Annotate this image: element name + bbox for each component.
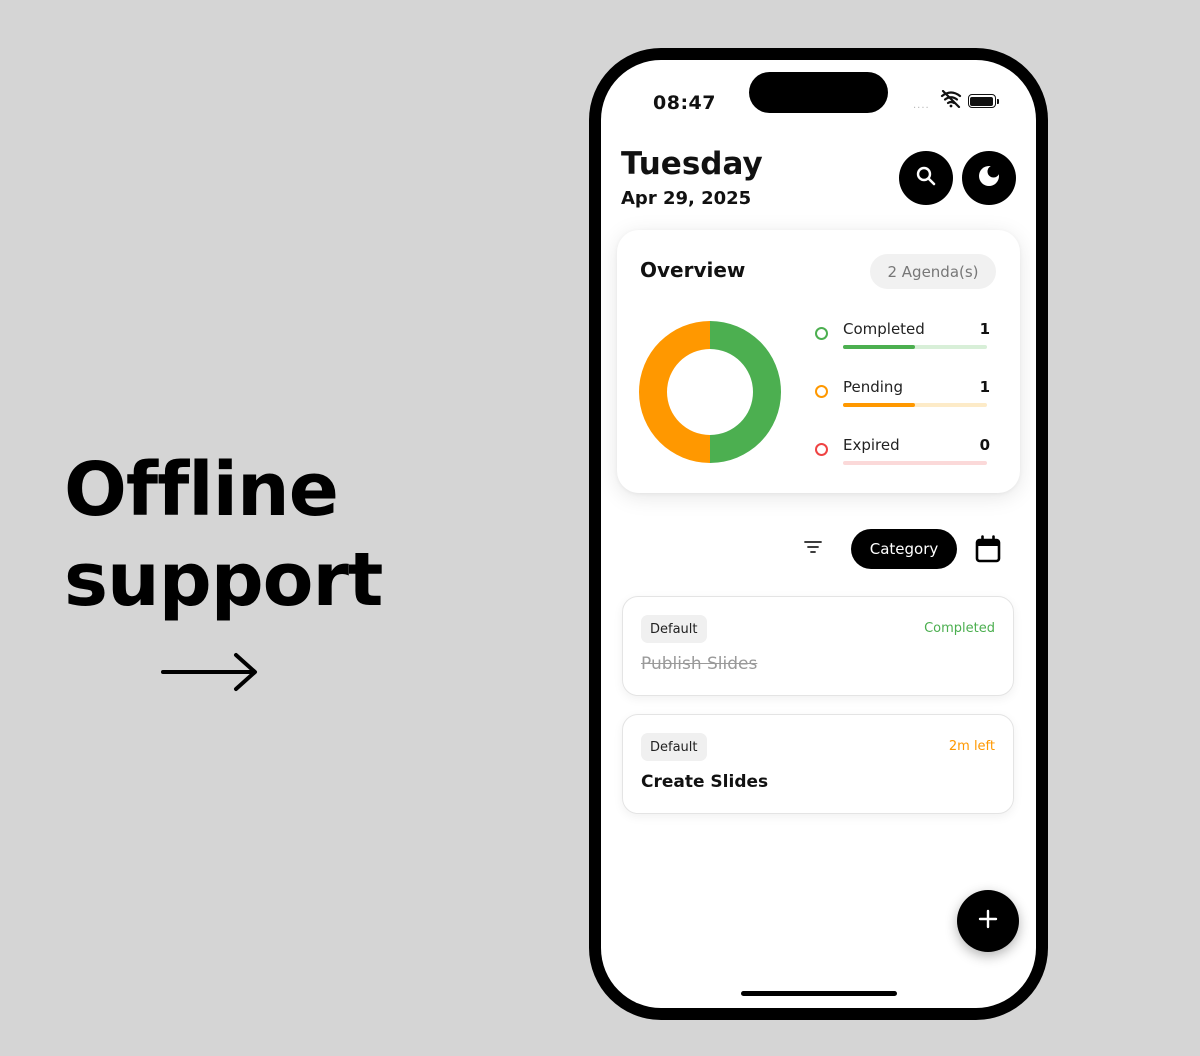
add-agenda-button[interactable] bbox=[957, 890, 1019, 952]
stat-expired: Expired 0 bbox=[815, 436, 990, 466]
app-screen: 08:47 .... Tuesday Apr 29, 2025 Overview… bbox=[601, 60, 1036, 1008]
stat-count: 1 bbox=[979, 320, 990, 338]
stat-count: 0 bbox=[979, 436, 990, 454]
search-button[interactable] bbox=[899, 151, 953, 205]
day-title: Tuesday bbox=[621, 146, 763, 182]
promo-line-1: Offline bbox=[64, 447, 339, 533]
stat-progress-bar bbox=[843, 345, 915, 349]
agenda-title: Publish Slides bbox=[641, 654, 758, 674]
battery-icon bbox=[967, 94, 999, 108]
date-subtitle: Apr 29, 2025 bbox=[621, 188, 752, 209]
theme-toggle-button[interactable] bbox=[962, 151, 1016, 205]
promo-heading: Offline support bbox=[64, 445, 383, 625]
stat-progress-track bbox=[843, 345, 987, 349]
status-dot-icon bbox=[815, 327, 828, 340]
moon-icon bbox=[977, 164, 1001, 192]
agenda-tag: Default bbox=[641, 615, 707, 643]
status-time: 08:47 bbox=[653, 92, 716, 114]
stat-label: Expired bbox=[843, 436, 900, 454]
wifi-off-icon bbox=[940, 89, 962, 112]
agenda-status: 2m left bbox=[948, 739, 995, 754]
donut-segment-pending bbox=[639, 321, 710, 463]
agenda-card[interactable]: Default Completed Publish Slides bbox=[622, 596, 1014, 696]
agenda-count-badge: 2 Agenda(s) bbox=[870, 254, 996, 289]
category-filter-button[interactable]: Category bbox=[851, 529, 957, 569]
promo-line-2: support bbox=[64, 537, 383, 623]
battery-level bbox=[970, 96, 994, 106]
agenda-card[interactable]: Default 2m left Create Slides bbox=[622, 714, 1014, 814]
phone-frame: 08:47 .... Tuesday Apr 29, 2025 Overview… bbox=[589, 48, 1048, 1020]
home-indicator bbox=[741, 991, 897, 996]
stat-pending: Pending 1 bbox=[815, 378, 990, 408]
agenda-tag: Default bbox=[641, 733, 707, 761]
overview-title: Overview bbox=[640, 258, 746, 282]
status-dot-icon bbox=[815, 443, 828, 456]
stat-label: Completed bbox=[843, 320, 925, 338]
stat-progress-track bbox=[843, 403, 987, 407]
dynamic-island bbox=[749, 72, 888, 113]
search-icon bbox=[915, 165, 937, 191]
stat-completed: Completed 1 bbox=[815, 320, 990, 350]
filter-icon[interactable] bbox=[803, 537, 823, 561]
agenda-title: Create Slides bbox=[641, 772, 769, 792]
stat-progress-track bbox=[843, 461, 987, 465]
stat-label: Pending bbox=[843, 378, 903, 396]
stat-progress-bar bbox=[843, 403, 915, 407]
status-donut-chart bbox=[639, 321, 781, 463]
status-dot-icon bbox=[815, 385, 828, 398]
agenda-status: Completed bbox=[924, 621, 995, 636]
donut-segment-completed bbox=[710, 321, 781, 463]
overview-card: Overview 2 Agenda(s) Completed 1 Pending… bbox=[617, 230, 1020, 493]
signal-dots: .... bbox=[913, 99, 930, 111]
right-arrow-icon bbox=[160, 650, 260, 698]
status-icons: .... bbox=[913, 89, 999, 112]
calendar-icon[interactable] bbox=[975, 535, 1001, 567]
plus-icon bbox=[978, 909, 998, 933]
stat-count: 1 bbox=[979, 378, 990, 396]
